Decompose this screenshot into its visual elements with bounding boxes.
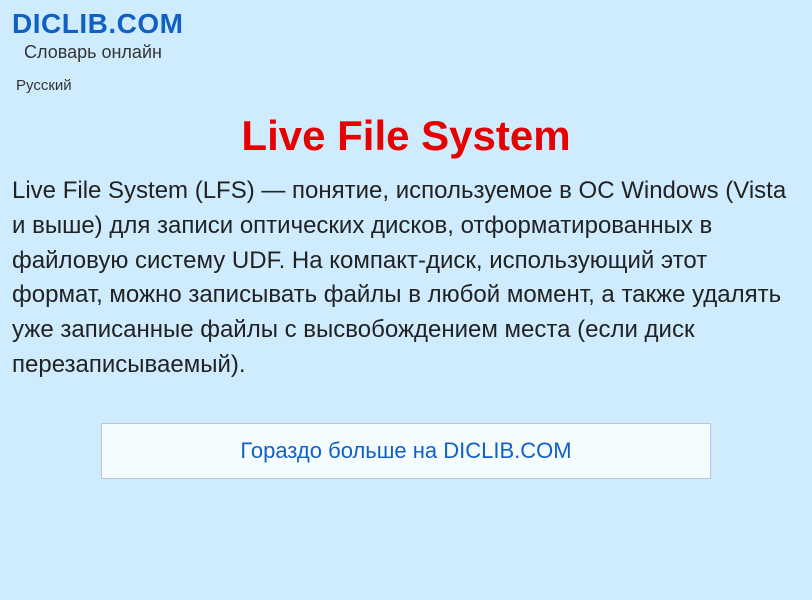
article-body: Live File System (LFS) — понятие, исполь… bbox=[12, 174, 800, 383]
site-title[interactable]: DICLIB.COM bbox=[12, 8, 800, 40]
cta-box: Гораздо больше на DICLIB.COM bbox=[101, 423, 711, 479]
article-title: Live File System bbox=[12, 112, 800, 160]
site-subtitle: Словарь онлайн bbox=[24, 42, 800, 63]
cta-link[interactable]: Гораздо больше на DICLIB.COM bbox=[240, 438, 571, 463]
page-header: DICLIB.COM Словарь онлайн Русский bbox=[0, 0, 812, 98]
language-label[interactable]: Русский bbox=[16, 77, 800, 94]
main-content: Live File System Live File System (LFS) … bbox=[0, 112, 812, 479]
